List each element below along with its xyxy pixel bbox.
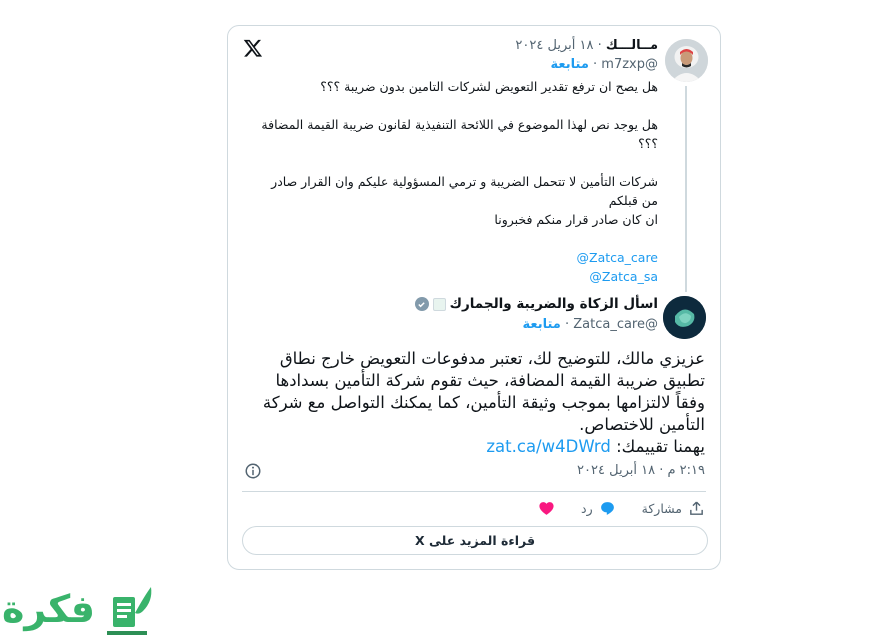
rating-prefix: يهمنا تقييمك:: [616, 437, 705, 456]
brand-watermark: فكرة: [2, 583, 152, 643]
reply-icon: [600, 502, 614, 515]
share-icon: [690, 501, 703, 515]
verified-badge-icon: [414, 297, 429, 311]
follow-button-zatca-care[interactable]: متابعة: [522, 317, 560, 332]
reply-handle-row: @Zatca_care · متابعة: [522, 317, 658, 332]
avatar-person-icon: [665, 39, 708, 82]
embedded-tweet-card: مــالـــك · ١٨ أبريل ٢٠٢٤ @m7zxp · متابع…: [227, 25, 721, 570]
reply-body: عزيزي مالك، للتوضيح لك، تعتبر مدفوعات ال…: [262, 349, 705, 434]
zatca-logo-icon: [663, 296, 706, 339]
reply-display-name[interactable]: اسأل الزكاة والضريبة والجمارك: [450, 296, 658, 312]
affiliate-badge-icon: [432, 297, 446, 311]
info-icon[interactable]: [244, 462, 262, 480]
quoted-handle[interactable]: @m7zxp: [601, 57, 658, 72]
quoted-paragraph: هل يوجد نص لهذا الموضوع في اللائحة التنف…: [261, 117, 658, 151]
mention-link[interactable]: @Zatca_care: [577, 250, 659, 265]
share-button[interactable]: مشاركة: [642, 500, 705, 517]
rating-link[interactable]: zat.ca/w4DWrd: [486, 437, 610, 456]
share-label: مشاركة: [641, 501, 682, 516]
brand-text: فكرة: [2, 587, 96, 631]
brand-book-leaf-icon: [107, 587, 152, 635]
reply-label: رد: [581, 501, 593, 516]
action-bar: مشاركة رد: [538, 500, 705, 517]
thread-line: [685, 86, 687, 292]
mention-link[interactable]: @Zatca_sa: [589, 269, 658, 284]
quoted-paragraph: شركات التأمين لا تتحمل الضريبة و ترمي ال…: [271, 174, 658, 208]
heart-icon: [539, 502, 554, 515]
avatar-m7zxp[interactable]: [665, 39, 708, 82]
read-more-on-x-button[interactable]: قراءة المزيد على X: [242, 526, 708, 555]
quoted-tweet-text: هل يصح ان ترفع تقدير التعويض لشركات التا…: [258, 77, 658, 286]
quoted-handle-row: @m7zxp · متابعة: [550, 57, 658, 72]
reply-tweet-text: عزيزي مالك، للتوضيح لك، تعتبر مدفوعات ال…: [260, 348, 705, 458]
quoted-paragraph: هل يصح ان ترفع تقدير التعويض لشركات التا…: [320, 79, 658, 94]
quoted-date[interactable]: ١٨ أبريل ٢٠٢٤: [515, 38, 593, 53]
reply-button[interactable]: رد: [581, 500, 616, 517]
quoted-paragraph: ان كان صادر قرار منكم فخبرونا: [494, 212, 658, 227]
reply-author-row: اسأل الزكاة والضريبة والجمارك: [414, 296, 658, 312]
divider: [242, 491, 706, 492]
like-button[interactable]: [538, 500, 555, 517]
tweet-timestamp[interactable]: ٢:١٩ م · ١٨ أبريل ٢٠٢٤: [577, 463, 705, 478]
quoted-display-name[interactable]: مــالـــك: [606, 38, 658, 53]
follow-button-m7zxp[interactable]: متابعة: [551, 57, 589, 72]
x-logo-icon[interactable]: [243, 38, 263, 58]
quoted-author-row: مــالـــك · ١٨ أبريل ٢٠٢٤: [515, 38, 658, 53]
reply-handle[interactable]: @Zatca_care: [573, 317, 658, 332]
avatar-zatca-care[interactable]: [663, 296, 706, 339]
